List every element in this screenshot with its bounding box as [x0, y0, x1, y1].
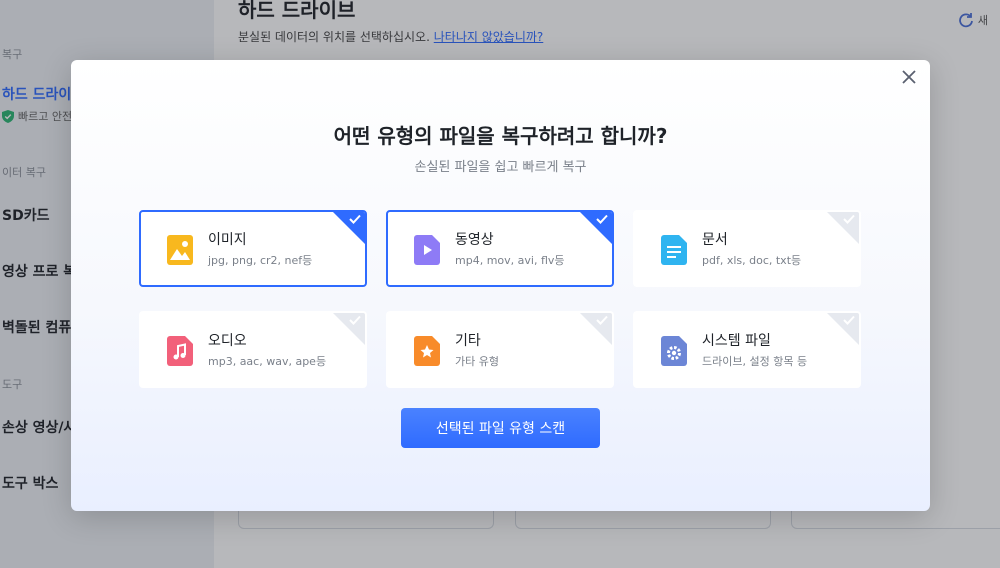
file-type-name: 오디오: [208, 333, 247, 349]
system-file-icon: [661, 336, 687, 366]
check-icon: [843, 315, 855, 325]
scan-selected-button[interactable]: 선택된 파일 유형 스캔: [401, 408, 600, 448]
other-file-icon: [414, 336, 440, 366]
file-type-extensions: mp3, aac, wav, ape등: [208, 355, 327, 368]
file-type-card-other[interactable]: 기타 가타 유형: [386, 311, 614, 388]
check-icon: [349, 315, 361, 325]
file-type-card-audio[interactable]: 오디오 mp3, aac, wav, ape등: [139, 311, 367, 388]
check-icon: [843, 214, 855, 224]
audio-file-icon: [167, 336, 193, 366]
file-type-name: 동영상: [455, 232, 494, 248]
file-type-card-image[interactable]: 이미지 jpg, png, cr2, nef등: [139, 210, 367, 287]
file-type-extensions: jpg, png, cr2, nef등: [208, 254, 313, 267]
image-file-icon: [167, 235, 193, 265]
file-type-extensions: 드라이브, 설정 항목 등: [702, 355, 808, 368]
file-type-name: 이미지: [208, 232, 247, 248]
file-type-card-video[interactable]: 동영상 mp4, mov, avi, flv등: [386, 210, 614, 287]
file-type-extensions: pdf, xls, doc, txt등: [702, 254, 802, 267]
dialog-subtitle: 손실된 파일을 쉽고 빠르게 복구: [414, 160, 587, 175]
check-icon: [349, 214, 361, 224]
close-button[interactable]: [898, 66, 920, 88]
file-type-extensions: 가타 유형: [455, 355, 499, 368]
close-icon: [902, 70, 916, 84]
dialog-title: 어떤 유형의 파일을 복구하려고 합니까?: [333, 124, 668, 148]
file-type-extensions: mp4, mov, avi, flv등: [455, 254, 565, 267]
file-type-name: 시스템 파일: [702, 333, 771, 349]
file-type-card-system[interactable]: 시스템 파일 드라이브, 설정 항목 등: [633, 311, 861, 388]
video-file-icon: [414, 235, 440, 265]
check-icon: [596, 315, 608, 325]
check-icon: [596, 214, 608, 224]
file-type-name: 문서: [702, 232, 728, 248]
document-file-icon: [661, 235, 687, 265]
file-type-dialog: 어떤 유형의 파일을 복구하려고 합니까? 손실된 파일을 쉽고 빠르게 복구 …: [71, 60, 930, 511]
file-type-name: 기타: [455, 333, 481, 349]
file-type-card-document[interactable]: 문서 pdf, xls, doc, txt등: [633, 210, 861, 287]
